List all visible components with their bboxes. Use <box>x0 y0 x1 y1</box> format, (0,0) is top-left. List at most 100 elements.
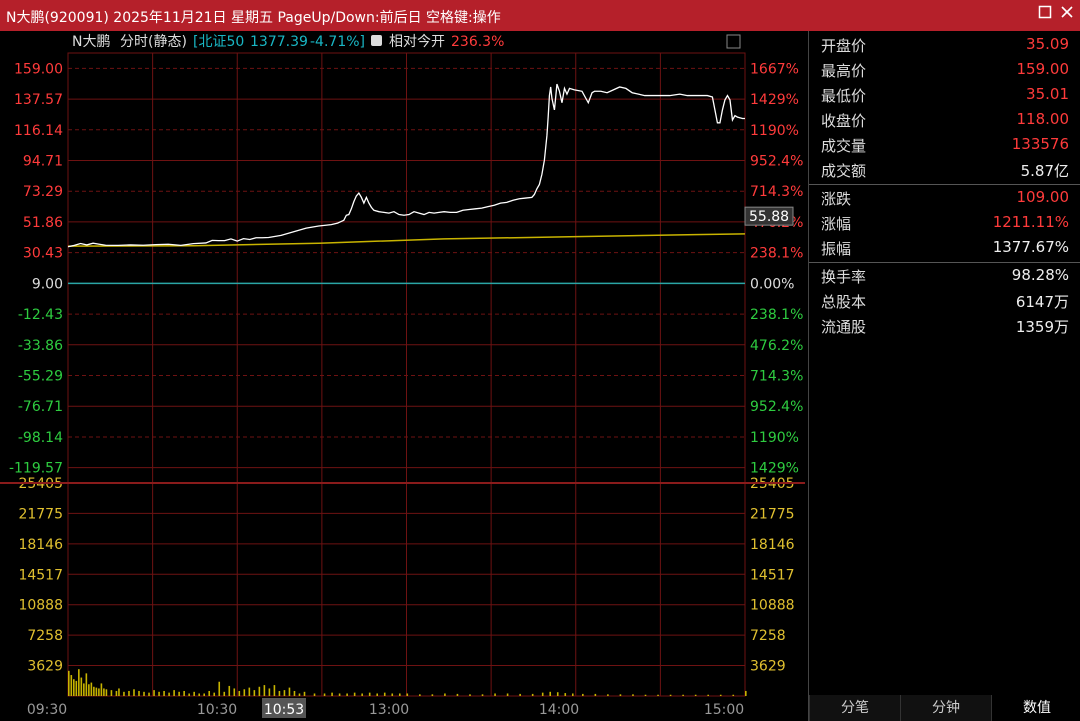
index-value: 1377.39 <box>250 34 308 50</box>
volume-bar <box>398 693 401 696</box>
price-tick-left: 94.71 <box>23 154 63 170</box>
volume-bar <box>68 670 70 696</box>
window-title: N大鹏(920091) 2025年11月21日 星期五 PageUp/Down:… <box>6 10 501 26</box>
volume-bar <box>268 688 271 696</box>
stat-label: 流通股 <box>821 318 867 336</box>
price-tick-right: 952.4% <box>750 154 803 170</box>
maximize-icon[interactable] <box>1036 5 1054 23</box>
volume-bar <box>148 692 150 696</box>
stat-row: 总股本 6147万 <box>809 289 1080 314</box>
volume-bar <box>203 693 205 696</box>
volume-bar <box>431 694 434 696</box>
volume-bar <box>494 693 496 696</box>
panel-tabs: 分笔 分钟 数值 <box>809 695 1080 721</box>
stat-value: 133576 <box>1011 135 1069 153</box>
volume-bar <box>361 693 363 696</box>
intraday-chart[interactable]: N大鹏 分时(静态) [北证50 1377.39 -4.71%] 相对今开 236.3% 15… <box>0 31 808 721</box>
stat-value: 35.01 <box>1026 85 1069 103</box>
volume-bar <box>88 684 90 696</box>
stat-value: 1359万 <box>1015 318 1069 336</box>
volume-bar <box>669 694 672 696</box>
tab-ticks[interactable]: 分笔 <box>809 695 900 721</box>
volume-bar <box>153 690 155 696</box>
volume-bar <box>173 690 175 696</box>
stat-label: 最低价 <box>821 87 867 105</box>
time-label: 09:30 <box>27 702 67 718</box>
volume-bar <box>293 690 296 696</box>
volume-bar <box>218 681 221 696</box>
price-tick-left: 30.43 <box>23 246 63 262</box>
volume-tick-right: 10888 <box>750 598 795 614</box>
volume-tick-right: 21775 <box>750 506 795 522</box>
relative-label: 相对今开 <box>389 34 445 50</box>
volume-bar <box>208 690 211 696</box>
title-bar: N大鹏(920091) 2025年11月21日 星期五 PageUp/Down:… <box>0 0 1080 31</box>
price-tick-left: -76.71 <box>18 399 63 415</box>
stat-row: 最高价 159.00 <box>809 58 1080 83</box>
volume-bar <box>85 673 88 696</box>
volume-bar <box>73 679 75 696</box>
volume-bar <box>258 686 261 696</box>
camera-icon[interactable] <box>371 35 382 46</box>
volume-bar <box>419 694 421 696</box>
volume-bar <box>70 675 73 696</box>
volume-tick-right: 14517 <box>750 567 795 583</box>
volume-bar <box>248 687 251 696</box>
stat-row: 涨跌 109.00 <box>809 186 1080 211</box>
stat-label: 开盘价 <box>821 37 867 55</box>
volume-bar <box>183 690 185 696</box>
price-tick-right: 714.3% <box>750 184 803 200</box>
volume-bar <box>541 692 544 696</box>
price-tick-right: 1429% <box>750 461 799 477</box>
volume-bar <box>707 694 709 696</box>
price-tick-left: 51.86 <box>23 215 63 231</box>
stat-value: 1211.11% <box>992 213 1069 231</box>
volume-bar <box>406 693 409 696</box>
relative-value: 236.3% <box>451 34 504 50</box>
volume-bar <box>283 690 286 696</box>
volume-bar <box>233 688 236 696</box>
volume-bar <box>582 693 584 696</box>
price-tick-right: 238.1% <box>750 246 803 262</box>
price-tick-right: 1190% <box>750 430 799 446</box>
tab-values[interactable]: 数值 <box>991 695 1080 721</box>
volume-bar <box>128 690 130 696</box>
price-tick-left: -33.86 <box>18 338 63 354</box>
price-tick-left: 159.00 <box>14 61 63 77</box>
stat-label: 成交额 <box>821 162 867 180</box>
volume-bar <box>323 693 326 696</box>
stat-separator <box>809 262 1080 263</box>
volume-bar <box>531 693 534 696</box>
volume-bar <box>238 690 241 696</box>
volume-bar <box>133 689 135 696</box>
time-label: 15:00 <box>704 702 744 718</box>
volume-bar <box>103 688 105 696</box>
chart-mode: 分时(静态) <box>120 34 187 50</box>
volume-bar <box>353 692 356 696</box>
volume-tick-left: 3629 <box>27 659 63 675</box>
volume-bar <box>213 692 216 696</box>
time-label: 14:00 <box>539 702 579 718</box>
volume-bar <box>298 693 301 696</box>
time-label: 13:00 <box>369 702 409 718</box>
stat-value: 5.87亿 <box>1020 162 1069 180</box>
volume-bar <box>198 693 200 696</box>
volume-bar <box>243 689 246 696</box>
volume-bar <box>338 693 341 696</box>
volume-bar <box>331 692 333 696</box>
volume-bar <box>556 692 559 696</box>
stat-row: 最低价 35.01 <box>809 83 1080 108</box>
price-tick-right: 0.00% <box>750 276 794 292</box>
price-tick-left: 116.14 <box>14 123 63 139</box>
price-tick-right: 1429% <box>750 92 799 108</box>
stat-label: 涨跌 <box>821 190 852 208</box>
volume-bar <box>193 691 195 696</box>
volume-bar <box>163 690 165 696</box>
volume-bar <box>719 694 722 696</box>
volume-bar <box>303 691 306 696</box>
volume-tick-left: 18146 <box>18 537 63 553</box>
close-icon[interactable] <box>1058 5 1076 23</box>
index-label: [北证50 <box>193 34 244 50</box>
panel-toggle-icon[interactable] <box>726 34 741 49</box>
tab-minutes[interactable]: 分钟 <box>900 695 991 721</box>
